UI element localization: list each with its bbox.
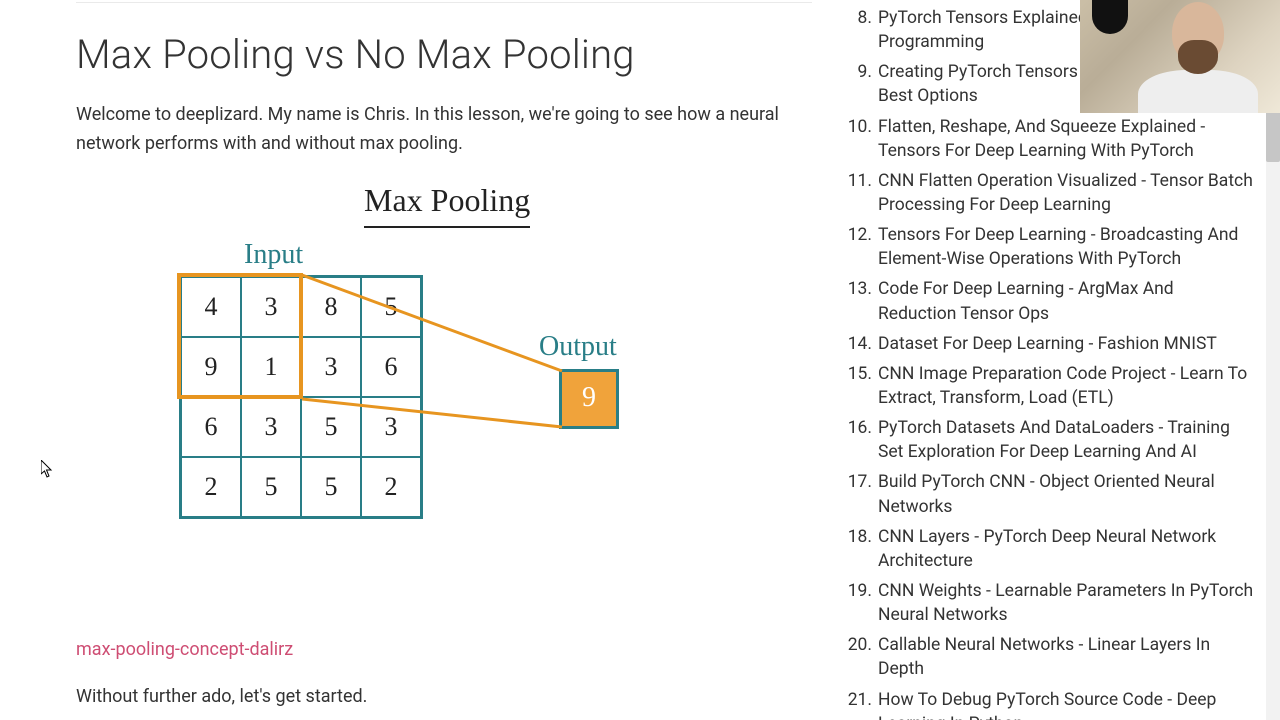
divider	[76, 2, 812, 3]
toc-item[interactable]: 20.Callable Neural Networks - Linear Lay…	[848, 633, 1256, 687]
toc-item-number: 21.	[848, 688, 872, 720]
grid-cell: 6	[361, 337, 421, 397]
diagram-output-label: Output	[539, 325, 617, 370]
article-main: Max Pooling vs No Max Pooling Welcome to…	[0, 0, 848, 720]
grid-cell: 3	[301, 337, 361, 397]
page-title: Max Pooling vs No Max Pooling	[76, 23, 812, 87]
grid-cell: 3	[241, 277, 301, 337]
diagram-input-label: Input	[244, 233, 303, 278]
toc-item-link[interactable]: CNN Flatten Operation Visualized - Tenso…	[878, 169, 1256, 217]
toc-item[interactable]: 11.CNN Flatten Operation Visualized - Te…	[848, 169, 1256, 223]
grid-cell: 1	[241, 337, 301, 397]
toc-item-link[interactable]: CNN Weights - Learnable Parameters In Py…	[878, 579, 1256, 627]
diagram-title: Max Pooling	[364, 175, 530, 228]
toc-item-number: 12.	[848, 223, 872, 271]
toc-item-link[interactable]: CNN Layers - PyTorch Deep Neural Network…	[878, 525, 1256, 573]
toc-item[interactable]: 19.CNN Weights - Learnable Parameters In…	[848, 579, 1256, 633]
image-caption-link[interactable]: max-pooling-concept-dalirz	[76, 636, 293, 665]
toc-item-link[interactable]: Callable Neural Networks - Linear Layers…	[878, 633, 1256, 681]
diagram-output-cell: 9	[559, 369, 619, 429]
toc-item-number: 14.	[848, 332, 872, 356]
toc-item-link[interactable]: Build PyTorch CNN - Object Oriented Neur…	[878, 470, 1256, 518]
toc-item-number: 18.	[848, 525, 872, 573]
grid-cell: 8	[301, 277, 361, 337]
toc-item-number: 20.	[848, 633, 872, 681]
grid-cell: 5	[361, 277, 421, 337]
toc-item-link[interactable]: Dataset For Deep Learning - Fashion MNIS…	[878, 332, 1256, 356]
body-paragraph: Without further ado, let's get started.	[76, 683, 812, 712]
grid-cell: 5	[241, 457, 301, 517]
presenter-webcam-overlay	[1080, 0, 1280, 113]
toc-item[interactable]: 16.PyTorch Datasets And DataLoaders - Tr…	[848, 416, 1256, 470]
intro-paragraph: Welcome to deeplizard. My name is Chris.…	[76, 101, 812, 159]
toc-item[interactable]: 15.CNN Image Preparation Code Project - …	[848, 362, 1256, 416]
toc-item[interactable]: 12.Tensors For Deep Learning - Broadcast…	[848, 223, 1256, 277]
grid-cell: 5	[301, 457, 361, 517]
toc-item-number: 13.	[848, 277, 872, 325]
toc-item-number: 19.	[848, 579, 872, 627]
toc-item-link[interactable]: Flatten, Reshape, And Squeeze Explained …	[878, 115, 1256, 163]
grid-cell: 4	[181, 277, 241, 337]
grid-cell: 5	[301, 397, 361, 457]
toc-item[interactable]: 13.Code For Deep Learning - ArgMax And R…	[848, 277, 1256, 331]
max-pooling-diagram: Max Pooling Input Output 4 3 8 5 9 1 3 6…	[144, 175, 744, 618]
toc-item-link[interactable]: How To Debug PyTorch Source Code - Deep …	[878, 688, 1256, 720]
grid-cell: 3	[241, 397, 301, 457]
toc-item[interactable]: 21.How To Debug PyTorch Source Code - De…	[848, 688, 1256, 720]
toc-item-number: 8.	[848, 6, 872, 54]
toc-item[interactable]: 10.Flatten, Reshape, And Squeeze Explain…	[848, 115, 1256, 169]
toc-item-number: 15.	[848, 362, 872, 410]
grid-cell: 6	[181, 397, 241, 457]
toc-item[interactable]: 17.Build PyTorch CNN - Object Oriented N…	[848, 470, 1256, 524]
grid-cell: 2	[181, 457, 241, 517]
microphone-icon	[1092, 0, 1128, 34]
toc-item-number: 9.	[848, 60, 872, 108]
toc-item-link[interactable]: Tensors For Deep Learning - Broadcasting…	[878, 223, 1256, 271]
toc-item-link[interactable]: CNN Image Preparation Code Project - Lea…	[878, 362, 1256, 410]
toc-item-number: 17.	[848, 470, 872, 518]
toc-item-link[interactable]: PyTorch Datasets And DataLoaders - Train…	[878, 416, 1256, 464]
toc-item-link[interactable]: Code For Deep Learning - ArgMax And Redu…	[878, 277, 1256, 325]
toc-item-number: 16.	[848, 416, 872, 464]
grid-cell: 9	[181, 337, 241, 397]
toc-item[interactable]: 18.CNN Layers - PyTorch Deep Neural Netw…	[848, 525, 1256, 579]
toc-item-number: 10.	[848, 115, 872, 163]
toc-item-number: 11.	[848, 169, 872, 217]
diagram-input-grid: 4 3 8 5 9 1 3 6 6 3 5 3 2 5 5 2	[179, 275, 423, 519]
grid-cell: 2	[361, 457, 421, 517]
toc-item[interactable]: 14.Dataset For Deep Learning - Fashion M…	[848, 332, 1256, 362]
grid-cell: 3	[361, 397, 421, 457]
